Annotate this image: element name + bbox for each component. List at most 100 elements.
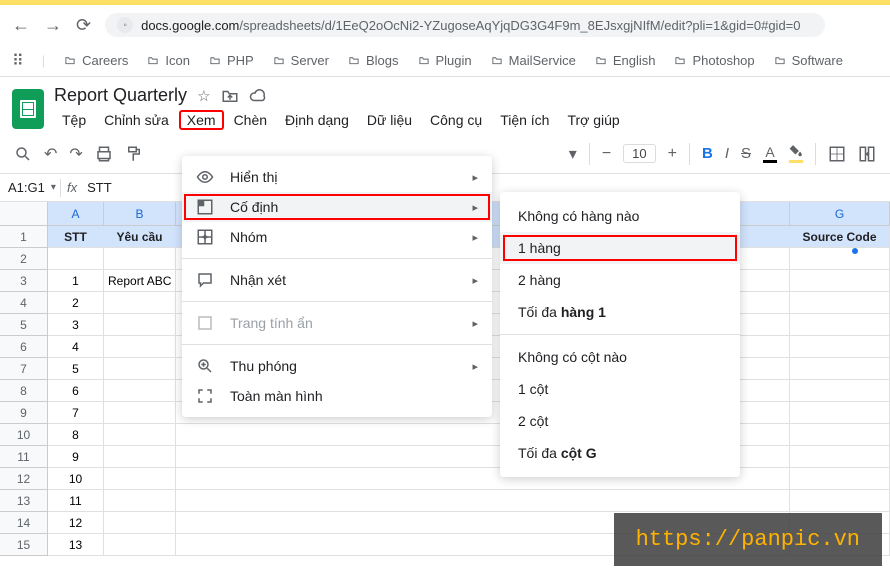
name-box[interactable]: A1:G1▾ <box>0 180 60 195</box>
cell[interactable] <box>790 402 890 424</box>
menu-insert[interactable]: Chèn <box>226 110 275 130</box>
fill-color-button[interactable] <box>789 144 803 163</box>
bookmark-photoshop[interactable]: Photoshop <box>673 53 754 68</box>
row-header[interactable]: 13 <box>0 490 48 512</box>
menu-file[interactable]: Tệp <box>54 110 94 130</box>
row-header[interactable]: 10 <box>0 424 48 446</box>
cell[interactable] <box>790 270 890 292</box>
select-all-corner[interactable] <box>0 202 48 226</box>
cell[interactable] <box>104 402 176 424</box>
cell[interactable] <box>790 490 890 512</box>
cell[interactable] <box>104 534 176 556</box>
menu-format[interactable]: Định dạng <box>277 110 357 130</box>
bookmark-careers[interactable]: Careers <box>63 53 128 68</box>
freeze-1-row[interactable]: 1 hàng <box>500 232 740 264</box>
cell[interactable]: 6 <box>48 380 104 402</box>
menu-show[interactable]: Hiển thị▸ <box>182 162 492 192</box>
freeze-2-cols[interactable]: 2 cột <box>500 405 740 437</box>
cell[interactable]: 9 <box>48 446 104 468</box>
cell[interactable] <box>104 248 176 270</box>
bookmark-mailservice[interactable]: MailService <box>490 53 576 68</box>
cell[interactable] <box>104 424 176 446</box>
cell[interactable]: 11 <box>48 490 104 512</box>
cell[interactable] <box>104 468 176 490</box>
bookmark-php[interactable]: PHP <box>208 53 254 68</box>
font-size-increase[interactable]: + <box>668 145 677 163</box>
menu-zoom[interactable]: Thu phóng▸ <box>182 351 492 381</box>
cell[interactable] <box>104 490 176 512</box>
selection-handle[interactable] <box>852 248 858 254</box>
row-header[interactable]: 15 <box>0 534 48 556</box>
row-header[interactable]: 4 <box>0 292 48 314</box>
cell[interactable] <box>790 380 890 402</box>
italic-button[interactable]: I <box>725 145 729 162</box>
back-button[interactable]: ← <box>12 15 30 36</box>
cell[interactable]: Source Code <box>790 226 890 248</box>
menu-data[interactable]: Dữ liệu <box>359 110 420 130</box>
address-bar[interactable]: ◦ docs.google.com/spreadsheets/d/1EeQ2oO… <box>105 13 825 37</box>
star-icon[interactable]: ☆ <box>197 87 210 105</box>
redo-icon[interactable]: ↷ <box>69 144 82 164</box>
row-header[interactable]: 8 <box>0 380 48 402</box>
freeze-2-rows[interactable]: 2 hàng <box>500 264 740 296</box>
merge-cells-icon[interactable] <box>858 145 876 163</box>
cell[interactable] <box>790 468 890 490</box>
menu-view[interactable]: Xem <box>179 110 224 130</box>
cell[interactable]: 7 <box>48 402 104 424</box>
menu-group[interactable]: Nhóm▸ <box>182 222 492 252</box>
cell[interactable] <box>790 314 890 336</box>
row-header[interactable]: 1 <box>0 226 48 248</box>
bookmark-icon[interactable]: Icon <box>146 53 190 68</box>
column-header-a[interactable]: A <box>48 202 104 226</box>
cell[interactable] <box>104 358 176 380</box>
row-header[interactable]: 5 <box>0 314 48 336</box>
bookmark-plugin[interactable]: Plugin <box>417 53 472 68</box>
cell[interactable] <box>104 292 176 314</box>
row-header[interactable]: 14 <box>0 512 48 534</box>
bookmark-blogs[interactable]: Blogs <box>347 53 399 68</box>
cell[interactable] <box>790 424 890 446</box>
font-size-decrease[interactable]: − <box>602 145 611 163</box>
column-header-g[interactable]: G <box>790 202 890 226</box>
cell[interactable]: 10 <box>48 468 104 490</box>
cell[interactable] <box>790 358 890 380</box>
row-header[interactable]: 3 <box>0 270 48 292</box>
forward-button[interactable]: → <box>44 15 62 36</box>
row-header[interactable]: 9 <box>0 402 48 424</box>
cell[interactable]: 8 <box>48 424 104 446</box>
menu-extensions[interactable]: Tiện ích <box>492 110 557 130</box>
freeze-no-rows[interactable]: Không có hàng nào <box>500 200 740 232</box>
menu-edit[interactable]: Chỉnh sửa <box>96 110 177 130</box>
search-icon[interactable] <box>14 145 32 163</box>
bold-button[interactable]: B <box>702 145 713 162</box>
row-header[interactable]: 12 <box>0 468 48 490</box>
borders-icon[interactable] <box>828 145 846 163</box>
apps-icon[interactable]: ⠿ <box>12 51 24 71</box>
bookmark-english[interactable]: English <box>594 53 656 68</box>
cell[interactable] <box>790 446 890 468</box>
paint-format-icon[interactable] <box>125 145 143 163</box>
cell[interactable]: STT <box>48 226 104 248</box>
cell[interactable] <box>104 512 176 534</box>
move-icon[interactable] <box>221 87 239 105</box>
freeze-no-cols[interactable]: Không có cột nào <box>500 341 740 373</box>
bookmark-server[interactable]: Server <box>272 53 329 68</box>
menu-fullscreen[interactable]: Toàn màn hình <box>182 381 492 411</box>
print-icon[interactable] <box>95 145 113 163</box>
cell[interactable]: 1 <box>48 270 104 292</box>
menu-freeze[interactable]: Cố định▸ <box>182 192 492 222</box>
font-size-input[interactable]: 10 <box>623 144 655 163</box>
menu-help[interactable]: Trợ giúp <box>559 110 627 130</box>
freeze-up-to-col[interactable]: Tối đa cột G <box>500 437 740 469</box>
freeze-1-col[interactable]: 1 cột <box>500 373 740 405</box>
bookmark-software[interactable]: Software <box>773 53 843 68</box>
cell[interactable] <box>176 490 790 512</box>
site-info-icon[interactable]: ◦ <box>117 17 133 33</box>
cell[interactable] <box>48 248 104 270</box>
row-header[interactable]: 7 <box>0 358 48 380</box>
freeze-up-to-row[interactable]: Tối đa hàng 1 <box>500 296 740 328</box>
cloud-status-icon[interactable] <box>249 87 267 105</box>
cell[interactable] <box>790 336 890 358</box>
text-color-button[interactable]: A <box>763 145 777 163</box>
menu-tools[interactable]: Công cụ <box>422 110 490 130</box>
